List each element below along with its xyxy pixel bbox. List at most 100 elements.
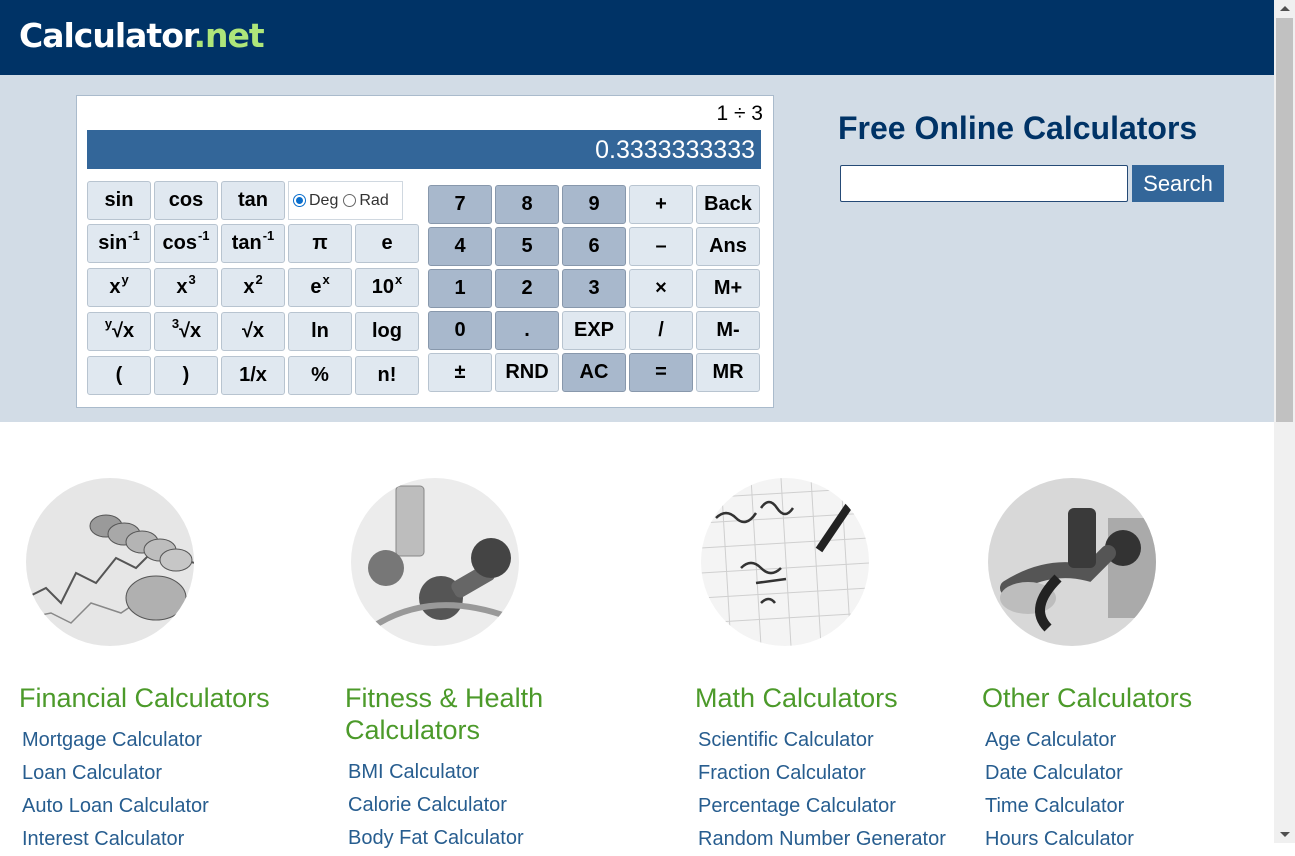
log-button[interactable]: log xyxy=(355,312,419,351)
fitness-category-title[interactable]: Fitness & Health Calculators xyxy=(345,682,543,746)
cbrt-label: √x xyxy=(179,320,202,342)
pi-button[interactable]: π xyxy=(288,224,352,263)
close-paren-button[interactable]: ) xyxy=(154,356,218,395)
plus-minus-button[interactable]: ± xyxy=(428,353,492,392)
coins-chart-image[interactable] xyxy=(26,478,194,646)
percentage-calculator-link[interactable]: Percentage Calculator xyxy=(698,790,946,823)
asin-button[interactable]: sin -1 xyxy=(87,224,151,263)
memory-subtract-button[interactable]: M- xyxy=(696,311,760,350)
interest-calculator-link[interactable]: Interest Calculator xyxy=(22,823,209,856)
scientific-calculator: 1 ÷ 3 0.3333333333 sin cos tan Deg Rad s… xyxy=(76,95,774,408)
time-calculator-link[interactable]: Time Calculator xyxy=(985,790,1134,823)
minus-button[interactable]: – xyxy=(629,227,693,266)
digit-8-button[interactable]: 8 xyxy=(495,185,559,224)
random-number-generator-link[interactable]: Random Number Generator xyxy=(698,823,946,856)
cbrt-button[interactable]: 3 √x xyxy=(154,312,218,351)
digit-5-button[interactable]: 5 xyxy=(495,227,559,266)
tan-button[interactable]: tan xyxy=(221,181,285,220)
fraction-calculator-link[interactable]: Fraction Calculator xyxy=(698,757,946,790)
logo-text: Calculator xyxy=(19,16,194,55)
bmi-calculator-link[interactable]: BMI Calculator xyxy=(348,756,524,789)
math-paper-image[interactable] xyxy=(701,478,869,646)
search-button[interactable]: Search xyxy=(1132,165,1224,202)
memory-add-button[interactable]: M+ xyxy=(696,269,760,308)
math-category-title[interactable]: Math Calculators xyxy=(695,682,898,714)
exp-button[interactable]: EXP xyxy=(562,311,626,350)
age-calculator-link[interactable]: Age Calculator xyxy=(985,724,1134,757)
scroll-thumb[interactable] xyxy=(1276,18,1293,422)
ans-button[interactable]: Ans xyxy=(696,227,760,266)
ten-power-button[interactable]: 10 x xyxy=(355,268,419,307)
digit-7-button[interactable]: 7 xyxy=(428,185,492,224)
square-base: x xyxy=(243,276,255,298)
fitness-dumbbell-image[interactable] xyxy=(351,478,519,646)
all-clear-button[interactable]: AC xyxy=(562,353,626,392)
digit-6-button[interactable]: 6 xyxy=(562,227,626,266)
digit-1-button[interactable]: 1 xyxy=(428,269,492,308)
back-button[interactable]: Back xyxy=(696,185,760,224)
loan-calculator-link[interactable]: Loan Calculator xyxy=(22,757,209,790)
open-paren-label: ( xyxy=(115,364,123,386)
decimal-button[interactable]: . xyxy=(495,311,559,350)
yroot-pre: y xyxy=(104,316,113,331)
auto-loan-calculator-link[interactable]: Auto Loan Calculator xyxy=(22,790,209,823)
financial-links: Mortgage Calculator Loan Calculator Auto… xyxy=(22,724,209,856)
mortgage-calculator-link[interactable]: Mortgage Calculator xyxy=(22,724,209,757)
power-button[interactable]: xy xyxy=(87,268,151,307)
logo-tld: net xyxy=(205,16,265,55)
exp-e-button[interactable]: ex xyxy=(288,268,352,307)
open-paren-button[interactable]: ( xyxy=(87,356,151,395)
digit-2-button[interactable]: 2 xyxy=(495,269,559,308)
other-category-title[interactable]: Other Calculators xyxy=(982,682,1192,714)
expression-display: 1 ÷ 3 xyxy=(716,102,763,125)
square-button[interactable]: x2 xyxy=(221,268,285,307)
ln-label: ln xyxy=(311,320,329,342)
power-base: x xyxy=(109,276,121,298)
asin-label: sin xyxy=(98,232,128,254)
plus-button[interactable]: + xyxy=(629,185,693,224)
cube-button[interactable]: x3 xyxy=(154,268,218,307)
ten-base: 10 xyxy=(371,276,394,298)
factorial-label: n! xyxy=(377,364,397,386)
scroll-down-icon[interactable] xyxy=(1280,832,1290,837)
multiply-button[interactable]: × xyxy=(629,269,693,308)
digit-0-button[interactable]: 0 xyxy=(428,311,492,350)
sqrt-label: √x xyxy=(241,320,265,342)
memory-recall-button[interactable]: MR xyxy=(696,353,760,392)
e-button[interactable]: e xyxy=(355,224,419,263)
digit-3-button[interactable]: 3 xyxy=(562,269,626,308)
yroot-button[interactable]: y √x xyxy=(87,312,151,351)
atan-button[interactable]: tan -1 xyxy=(221,224,285,263)
deg-radio[interactable] xyxy=(293,194,306,207)
fitness-links: BMI Calculator Calorie Calculator Body F… xyxy=(348,756,524,855)
digit-9-button[interactable]: 9 xyxy=(562,185,626,224)
scientific-calculator-link[interactable]: Scientific Calculator xyxy=(698,724,946,757)
rad-radio[interactable] xyxy=(343,194,357,207)
ln-button[interactable]: ln xyxy=(288,312,352,351)
hours-calculator-link[interactable]: Hours Calculator xyxy=(985,823,1134,856)
reciprocal-button[interactable]: 1/x xyxy=(221,356,285,395)
body-fat-calculator-link[interactable]: Body Fat Calculator xyxy=(348,822,524,855)
sqrt-button[interactable]: √x xyxy=(221,312,285,351)
cos-button[interactable]: cos xyxy=(154,181,218,220)
financial-category-title[interactable]: Financial Calculators xyxy=(19,682,270,714)
random-button[interactable]: RND xyxy=(495,353,559,392)
calorie-calculator-link[interactable]: Calorie Calculator xyxy=(348,789,524,822)
acos-button[interactable]: cos -1 xyxy=(154,224,218,263)
math-links: Scientific Calculator Fraction Calculato… xyxy=(698,724,946,856)
date-calculator-link[interactable]: Date Calculator xyxy=(985,757,1134,790)
factorial-button[interactable]: n! xyxy=(355,356,419,395)
sin-button[interactable]: sin xyxy=(87,181,151,220)
scroll-up-icon[interactable] xyxy=(1280,6,1290,11)
search-input[interactable] xyxy=(840,165,1128,202)
fuel-pump-image[interactable] xyxy=(988,478,1156,646)
digit-4-button[interactable]: 4 xyxy=(428,227,492,266)
equals-button[interactable]: = xyxy=(629,353,693,392)
percent-button[interactable]: % xyxy=(288,356,352,395)
square-sup: 2 xyxy=(255,272,263,287)
site-logo[interactable]: Calculator.net xyxy=(19,14,265,58)
acos-sup: -1 xyxy=(197,228,210,243)
divide-button[interactable]: / xyxy=(629,311,693,350)
rad-label: Rad xyxy=(359,191,389,209)
vertical-scrollbar[interactable] xyxy=(1274,0,1295,843)
